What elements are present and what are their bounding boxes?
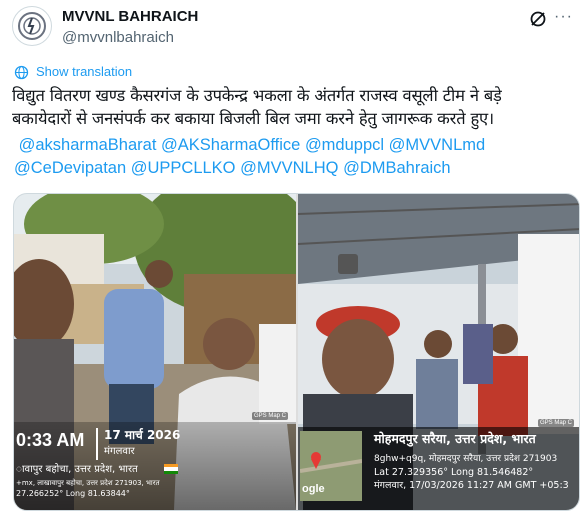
gps-divider bbox=[96, 428, 98, 460]
gps-place: मोहमदपुर सरैया, उत्तर प्रदेश, भारत bbox=[374, 431, 536, 446]
mention-link[interactable]: @MVVNLmd bbox=[389, 136, 486, 154]
gps-badge: GPS Map C bbox=[252, 412, 289, 420]
tweet-text-line-1: विद्युत वितरण खण्ड कैसरगंज के उपकेन्द्र … bbox=[12, 86, 502, 105]
mentions: @aksharmaBharat @AKSharmaOffice @mduppcl… bbox=[14, 134, 574, 180]
gps-coords: 27.266252° Long 81.63844° bbox=[16, 489, 130, 498]
mention-link[interactable]: @mduppcl bbox=[305, 136, 384, 154]
tweet-text: विद्युत वितरण खण्ड कैसरगंज के उपकेन्द्र … bbox=[12, 84, 580, 130]
gps-address: 8ghw+q9q, मोहमदपुर सरैया, उत्तर प्रदेश 2… bbox=[374, 454, 558, 464]
logo-icon bbox=[18, 12, 46, 40]
india-flag-icon bbox=[164, 464, 178, 474]
mention-link[interactable]: @UPPCLLKO bbox=[131, 159, 236, 177]
photo-left[interactable]: GPS Map C 0:33 AM 17 मार्च 2026 मंगलवार … bbox=[14, 194, 296, 510]
gps-map-thumbnail: ogle bbox=[300, 431, 362, 501]
more-options-icon[interactable]: ··· bbox=[554, 8, 573, 26]
grok-icon[interactable] bbox=[529, 10, 547, 28]
mention-link[interactable]: @AKSharmaOffice bbox=[161, 136, 300, 154]
gps-overlay-left: 0:33 AM 17 मार्च 2026 मंगलवार ावापुर बहो… bbox=[14, 422, 296, 510]
gps-coords: Lat 27.329356° Long 81.546482° bbox=[374, 467, 534, 478]
media-grid: GPS Map C 0:33 AM 17 मार्च 2026 मंगलवार … bbox=[13, 193, 580, 511]
display-name[interactable]: MVVNL BAHRAICH bbox=[62, 8, 198, 25]
gps-place: ावापुर बहोचा, उत्तर प्रदेश, भारत bbox=[16, 464, 138, 475]
gps-datetime: मंगलवार, 17/03/2026 11:27 AM GMT +05:3 bbox=[374, 480, 569, 491]
gps-date: 17 मार्च 2026 bbox=[104, 428, 181, 442]
mention-link[interactable]: @aksharmaBharat bbox=[19, 136, 157, 154]
tweet-text-line-2: बकायेदारों से जनसंपर्क कर बकाया बिजली बि… bbox=[12, 109, 494, 128]
account-handle[interactable]: @mvvnlbahraich bbox=[62, 29, 174, 46]
mention-link[interactable]: @DMBahraich bbox=[343, 159, 451, 177]
map-attribution: ogle bbox=[302, 483, 325, 495]
tweet-header: MVVNL BAHRAICH @mvvnlbahraich ··· bbox=[12, 4, 575, 52]
mention-link[interactable]: @MVVNLHQ bbox=[240, 159, 338, 177]
gps-badge: GPS Map C bbox=[538, 419, 575, 427]
avatar[interactable] bbox=[12, 6, 52, 46]
photo-right[interactable]: GPS Map C ogle मोहमदपुर सरैया, उत्तर प्र… bbox=[298, 194, 579, 510]
mention-link[interactable]: @CeDevipatan bbox=[14, 159, 126, 177]
show-translation-label: Show translation bbox=[36, 64, 133, 79]
globe-icon bbox=[14, 65, 29, 80]
gps-time: 0:33 AM bbox=[16, 430, 85, 450]
gps-overlay-right: ogle मोहमदपुर सरैया, उत्तर प्रदेश, भारत … bbox=[298, 427, 579, 510]
gps-weekday: मंगलवार bbox=[104, 446, 135, 457]
